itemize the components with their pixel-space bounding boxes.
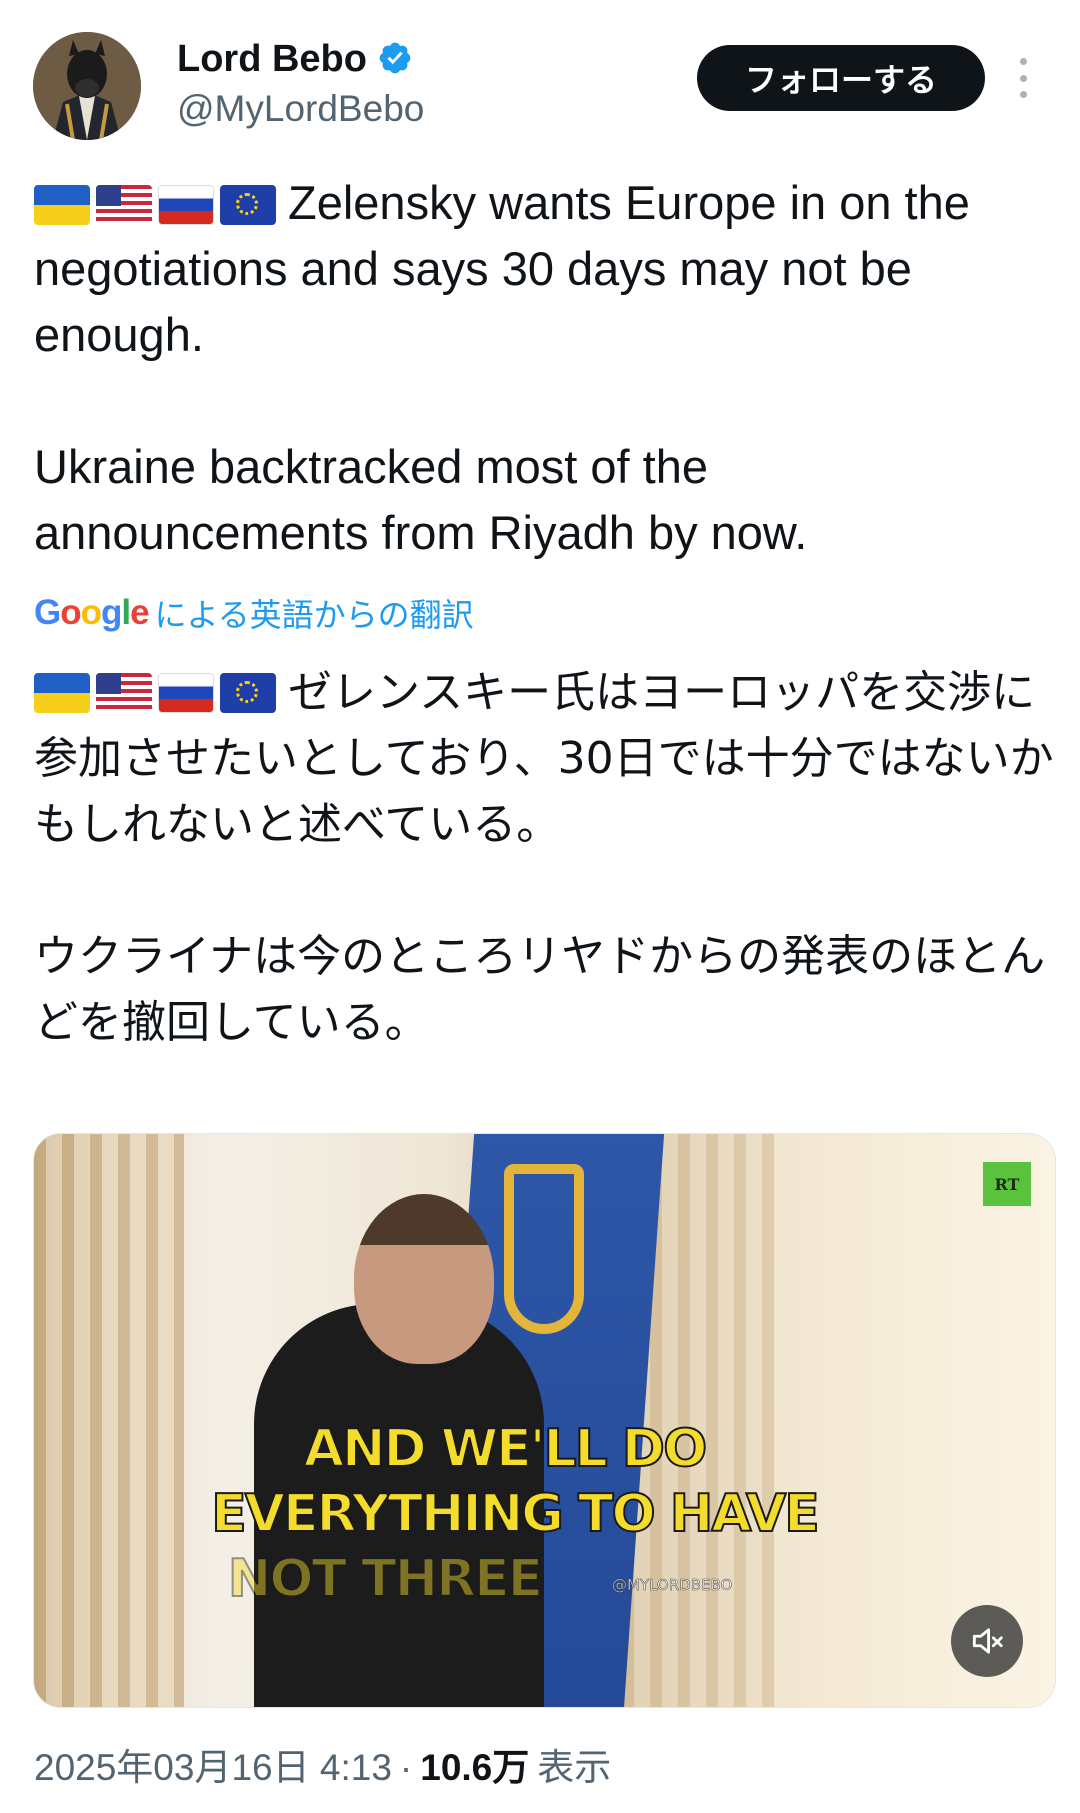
flag-ukraine-icon [34, 185, 90, 225]
author-avatar[interactable] [33, 32, 141, 140]
tweet-timestamp[interactable]: 2025年03月16日 4:13 [34, 1737, 392, 1791]
flag-eu-icon [220, 185, 276, 225]
rt-channel-logo: RT [983, 1162, 1031, 1206]
translated-text: ゼレンスキー氏はヨーロッパを交渉に参加させたいとしており、30日では十分ではない… [34, 660, 1054, 1056]
flag-usa-icon [96, 673, 152, 713]
video-watermark: @MYLORDBEBO [612, 1576, 733, 1595]
meta-separator: · [399, 1747, 413, 1788]
video-subtitle-line2: EVERYTHING TO HAVE [210, 1483, 821, 1545]
video-subtitle-line1: AND WE'LL DO [303, 1418, 709, 1480]
video-player[interactable]: RT AND WE'LL DO EVERYTHING TO HAVE NOT T… [33, 1133, 1056, 1708]
translation-link[interactable]: による英語からの翻訳 [155, 590, 474, 636]
views-label: 表示 [537, 1747, 612, 1788]
speaker-head [354, 1194, 494, 1364]
author-name[interactable]: Lord Bebo [177, 38, 367, 81]
author-name-row[interactable]: Lord Bebo [177, 38, 413, 81]
unmute-button[interactable] [951, 1605, 1023, 1677]
translation-attribution[interactable]: Google による英語からの翻訳 [34, 590, 474, 636]
flag-russia-icon [158, 673, 214, 713]
tweet-meta: 2025年03月16日 4:13 · 10.6万 表示 [34, 1737, 611, 1791]
flag-russia-icon [158, 185, 214, 225]
video-subtitle-line3: NOT THREE [227, 1548, 544, 1610]
flag-emoji-group [34, 185, 276, 225]
flag-ukraine-icon [34, 673, 90, 713]
more-options-icon[interactable] [1015, 58, 1031, 98]
google-logo-icon: Google [34, 593, 150, 632]
flag-emoji-group-translated [34, 673, 276, 713]
tweet-text: Zelensky wants Europe in on the negotiat… [34, 170, 1054, 566]
follow-button[interactable]: フォローする [697, 45, 985, 111]
speaker-muted-icon [972, 1628, 1003, 1654]
flag-usa-icon [96, 185, 152, 225]
flag-eu-icon [220, 673, 276, 713]
translated-body: ゼレンスキー氏はヨーロッパを交渉に参加させたいとしており、30日では十分ではない… [34, 667, 1054, 1048]
verified-badge-icon [377, 40, 413, 80]
views-count: 10.6万 [420, 1747, 530, 1788]
author-handle[interactable]: @MyLordBebo [177, 88, 424, 130]
trident-emblem-icon [504, 1164, 584, 1334]
tweet-body: Zelensky wants Europe in on the negotiat… [34, 176, 970, 559]
